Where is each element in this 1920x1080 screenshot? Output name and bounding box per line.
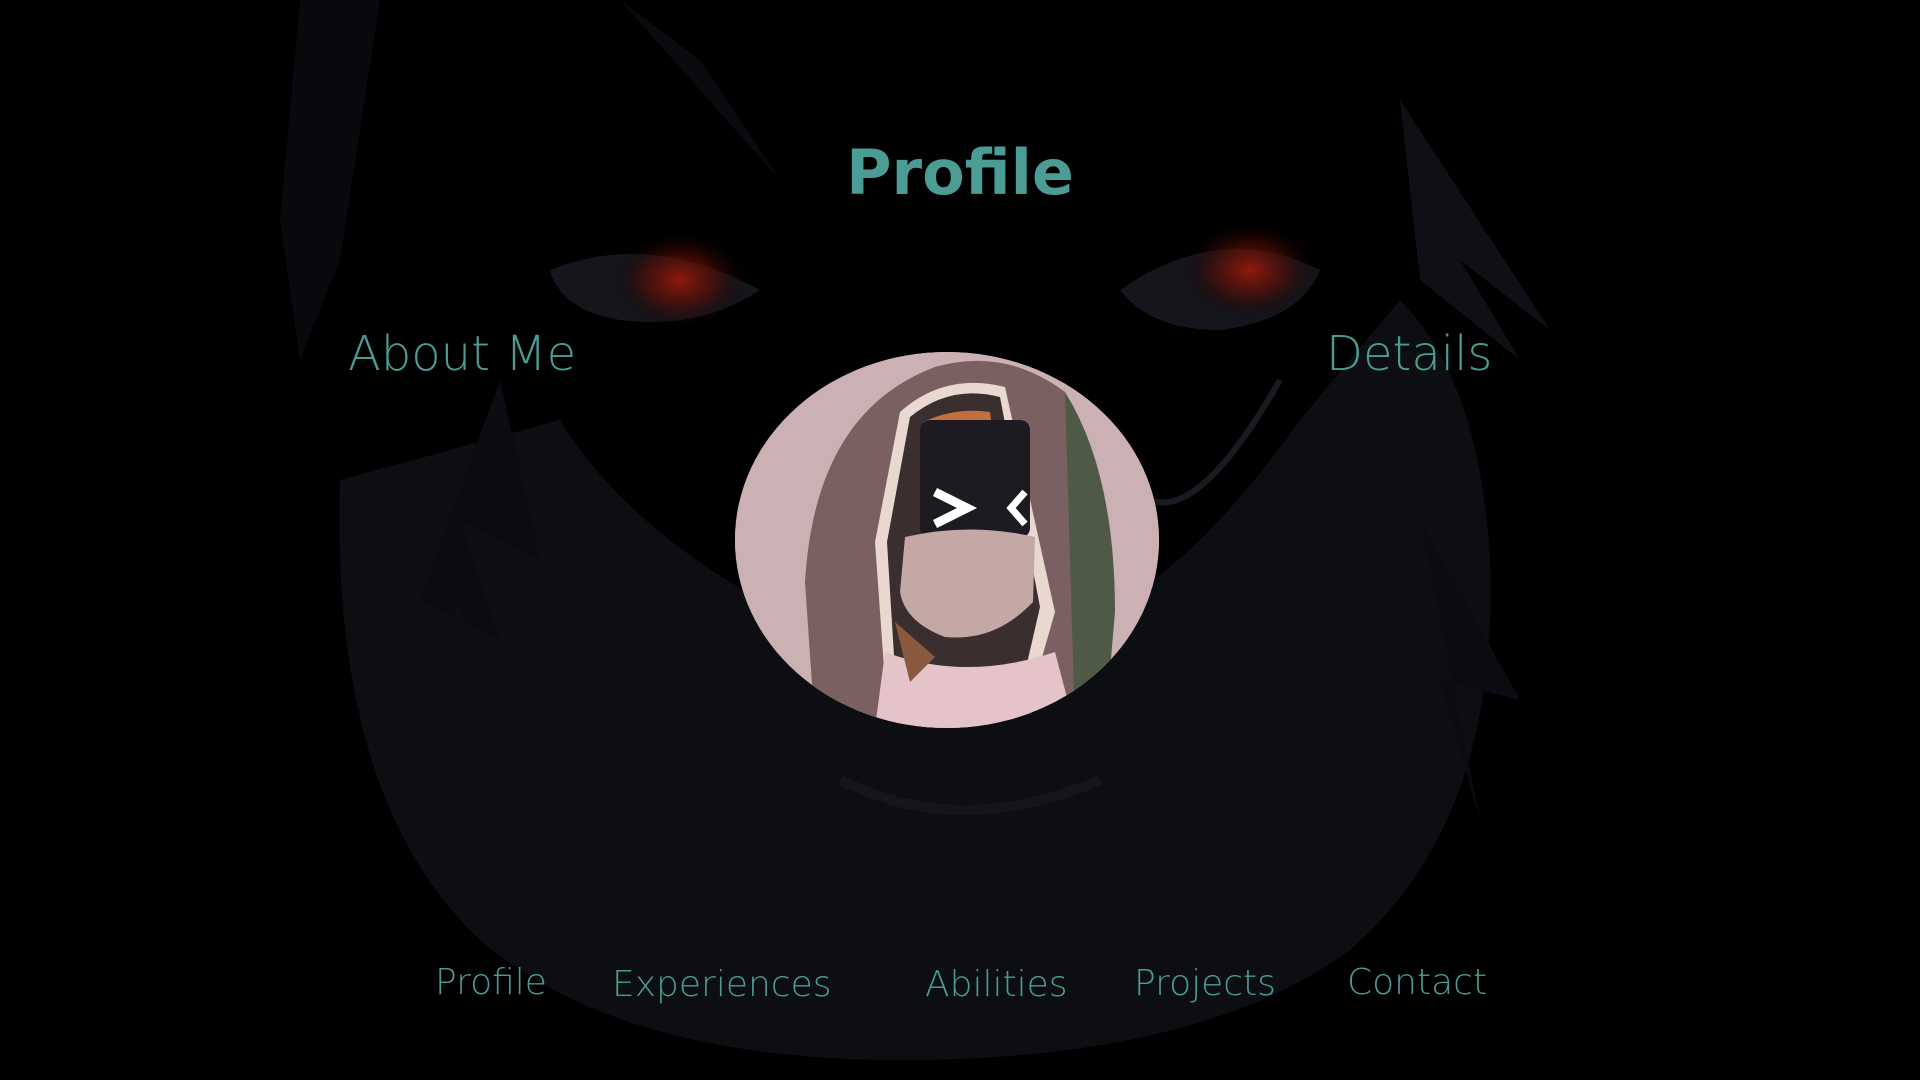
- details-heading[interactable]: Details: [1326, 326, 1492, 382]
- nav-item-projects[interactable]: Projects: [1134, 963, 1276, 1004]
- about-me-heading[interactable]: About Me: [348, 326, 576, 382]
- nav-item-experiences[interactable]: Experiences: [612, 964, 832, 1005]
- bottom-nav: Profile Experiences Abilities Projects C…: [0, 962, 1920, 1022]
- nav-item-contact[interactable]: Contact: [1347, 962, 1487, 1003]
- nav-item-abilities[interactable]: Abilities: [925, 964, 1068, 1005]
- hooded-avatar-icon: [735, 352, 1159, 728]
- page-title: Profile: [846, 136, 1074, 209]
- profile-page: Profile About Me Details Profile Experie…: [0, 0, 1920, 1080]
- avatar: [735, 352, 1159, 728]
- nav-item-profile[interactable]: Profile: [435, 962, 547, 1003]
